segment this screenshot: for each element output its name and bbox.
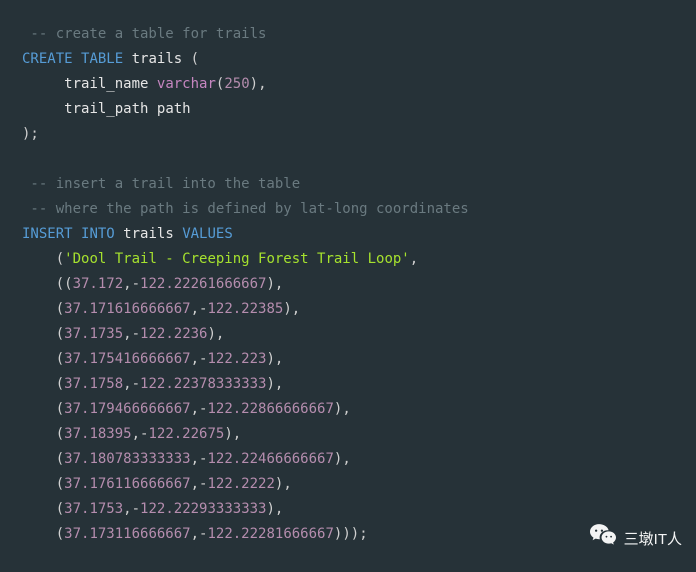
id-path: path	[157, 101, 191, 117]
kw-values: VALUES	[182, 226, 233, 242]
comment: -- where the path is defined by lat-long…	[22, 201, 469, 217]
string-trail-name: 'Dool Trail - Creeping Forest Trail Loop…	[64, 251, 410, 267]
kw-into: INTO	[81, 226, 115, 242]
code-block: -- create a table for trails CREATE TABL…	[0, 0, 696, 569]
comment: -- create a table for trails	[22, 26, 266, 42]
id-trails: trails	[132, 51, 183, 67]
kw-create: CREATE	[22, 51, 73, 67]
watermark-text: 三墩IT人	[624, 527, 682, 552]
type-varchar: varchar	[157, 76, 216, 92]
kw-table: TABLE	[81, 51, 123, 67]
comment: -- insert a trail into the table	[22, 176, 300, 192]
kw-insert: INSERT	[22, 226, 73, 242]
id-trail-name: trail_name	[64, 76, 148, 92]
wechat-icon	[590, 524, 616, 554]
id-trail-path: trail_path	[64, 101, 148, 117]
watermark: 三墩IT人	[590, 524, 682, 554]
num-250: 250	[224, 76, 249, 92]
id-trails: trails	[123, 226, 174, 242]
